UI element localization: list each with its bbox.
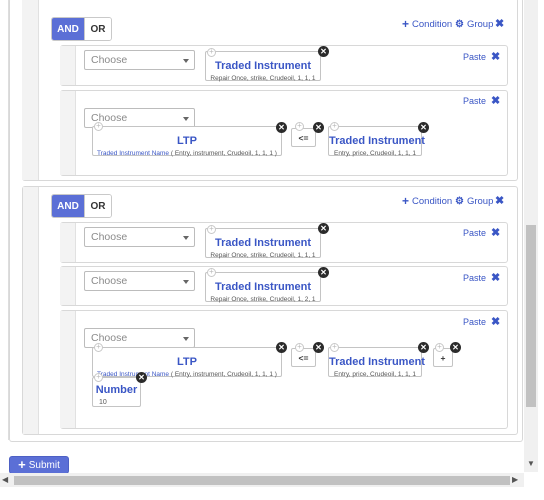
chevron-down-icon	[183, 236, 189, 240]
row-handle	[60, 267, 76, 305]
row-handle	[60, 46, 76, 85]
close-icon[interactable]: ✕	[276, 122, 287, 133]
chevron-down-icon	[183, 337, 189, 341]
close-icon[interactable]: ✕	[276, 342, 287, 353]
delete-row-x-icon[interactable]: ✖	[491, 52, 500, 63]
chevron-down-icon	[183, 280, 189, 284]
add-group-link[interactable]: ⚙ Group	[455, 19, 493, 30]
operand-select[interactable]: Choose	[84, 50, 195, 70]
value-card[interactable]: Traded Instrument Repair Once, strike, C…	[205, 228, 321, 259]
delete-row-x-icon[interactable]: ✖	[491, 317, 500, 328]
add-condition-link[interactable]: + Condition	[402, 194, 452, 208]
plus-icon[interactable]: +	[94, 373, 103, 382]
paste-link[interactable]: Paste	[463, 317, 486, 327]
paste-link[interactable]: Paste	[463, 273, 486, 283]
outer-gutter	[0, 0, 9, 440]
plus-icon[interactable]: +	[207, 225, 216, 234]
close-icon[interactable]: ✕	[318, 46, 329, 57]
plus-icon[interactable]: +	[295, 343, 304, 352]
plus-icon[interactable]: +	[94, 343, 103, 352]
close-icon[interactable]: ✕	[418, 122, 429, 133]
value-card[interactable]: Traded Instrument Repair Once, strike, C…	[205, 272, 321, 303]
close-icon[interactable]: ✕	[318, 267, 329, 278]
close-icon[interactable]: ✕	[136, 372, 147, 383]
close-icon[interactable]: ✕	[450, 342, 461, 353]
close-icon[interactable]: ✕	[318, 223, 329, 234]
close-icon[interactable]: ✕	[313, 342, 324, 353]
close-icon[interactable]: ✕	[313, 122, 324, 133]
gear-icon: ⚙	[455, 19, 464, 30]
delete-group-x-icon[interactable]: ✖	[495, 19, 504, 30]
gear-icon: ⚙	[455, 196, 464, 207]
plus-icon[interactable]: +	[207, 48, 216, 57]
paste-link[interactable]: Paste	[463, 228, 486, 238]
value-card[interactable]: Traded Instrument Entry, price, Crudeoil…	[328, 126, 425, 157]
plus-icon[interactable]: +	[94, 122, 103, 131]
row-handle	[60, 91, 76, 175]
row-handle	[60, 223, 76, 262]
plus-icon[interactable]: +	[295, 122, 304, 131]
submit-button[interactable]: + Submit	[9, 456, 69, 474]
row-handle	[60, 311, 76, 428]
add-condition-link[interactable]: + Condition	[402, 17, 452, 31]
value-card-ltp[interactable]: LTP Traded Instrument Name ( Entry, inst…	[92, 126, 282, 157]
delete-group-x-icon[interactable]: ✖	[495, 196, 504, 207]
paste-link[interactable]: Paste	[463, 96, 486, 106]
group-2-and-or-toggle: AND OR	[51, 194, 112, 218]
group-1-gutter	[22, 0, 39, 180]
plus-icon: +	[402, 17, 410, 31]
plus-icon[interactable]: +	[330, 343, 339, 352]
or-button[interactable]: OR	[84, 18, 111, 40]
operand-select[interactable]: Choose	[84, 227, 195, 247]
vertical-scrollbar-thumb[interactable]	[526, 225, 536, 407]
plus-icon[interactable]: +	[330, 122, 339, 131]
scroll-left-icon[interactable]: ◀	[2, 474, 12, 486]
group-2-gutter	[23, 187, 39, 434]
value-card-ltp[interactable]: LTP Traded Instrument Name ( Entry, inst…	[92, 347, 282, 378]
scroll-right-icon[interactable]: ▶	[512, 474, 522, 486]
plus-icon[interactable]: +	[207, 268, 216, 277]
and-button[interactable]: AND	[52, 18, 84, 40]
scroll-down-icon[interactable]: ▼	[526, 459, 536, 469]
plus-icon: +	[402, 194, 410, 208]
operand-select[interactable]: Choose	[84, 271, 195, 291]
value-card[interactable]: Traded Instrument Entry, price, Crudeoil…	[328, 347, 425, 378]
chevron-down-icon	[183, 59, 189, 63]
value-card[interactable]: Traded Instrument Repair Once, strike, C…	[205, 51, 321, 82]
plus-icon: +	[18, 457, 26, 472]
paste-link[interactable]: Paste	[463, 52, 486, 62]
operator-box[interactable]: <=	[291, 348, 316, 367]
chevron-down-icon	[183, 117, 189, 121]
and-button[interactable]: AND	[52, 195, 84, 217]
horizontal-scrollbar-thumb[interactable]	[14, 476, 510, 485]
delete-row-x-icon[interactable]: ✖	[491, 96, 500, 107]
delete-row-x-icon[interactable]: ✖	[491, 228, 500, 239]
close-icon[interactable]: ✕	[418, 342, 429, 353]
plus-icon[interactable]: +	[435, 343, 444, 352]
operator-box[interactable]: <=	[291, 128, 316, 147]
add-group-link[interactable]: ⚙ Group	[455, 196, 493, 207]
delete-row-x-icon[interactable]: ✖	[491, 273, 500, 284]
group-1-and-or-toggle: AND OR	[51, 17, 112, 41]
or-button[interactable]: OR	[84, 195, 111, 217]
